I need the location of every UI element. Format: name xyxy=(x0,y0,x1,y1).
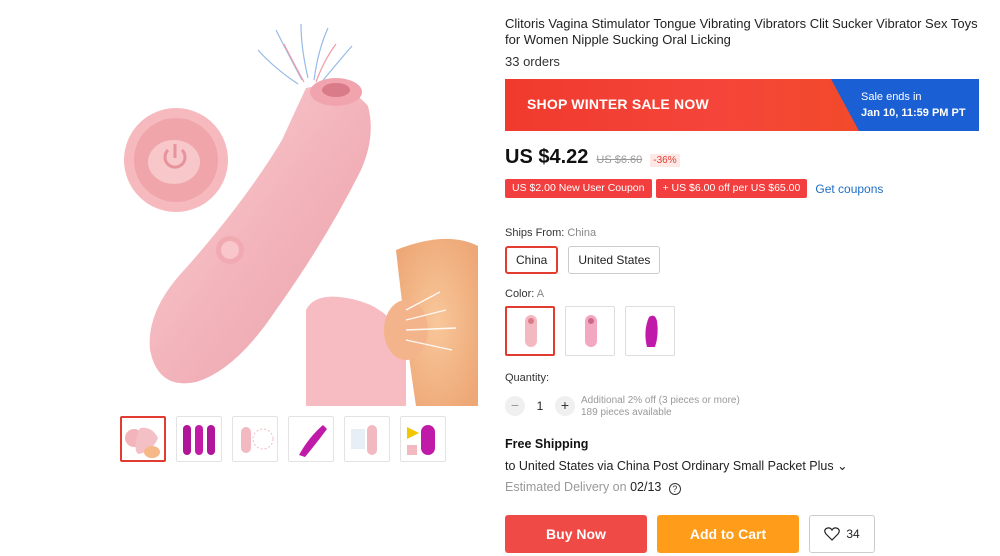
quantity-note: Additional 2% off (3 pieces or more) 189… xyxy=(581,395,740,419)
product-title: Clitoris Vagina Stimulator Tongue Vibrat… xyxy=(505,16,978,47)
thumbnail-strip xyxy=(120,416,446,462)
quantity-label: Quantity: xyxy=(505,372,550,384)
get-coupons-link[interactable]: Get coupons xyxy=(815,182,883,196)
color-title: Color: xyxy=(505,288,535,300)
bulk-discount-note: Additional 2% off (3 pieces or more) xyxy=(581,395,740,406)
ship-option-united-states[interactable]: United States xyxy=(568,246,661,274)
ships-from-title: Ships From: xyxy=(505,227,565,239)
order-count: 33 orders xyxy=(505,54,560,69)
shipping-method-text: to United States via China Post Ordinary… xyxy=(505,459,834,473)
delivery-label: Estimated Delivery on xyxy=(505,480,627,494)
chevron-down-icon[interactable]: ⌄ xyxy=(837,459,847,473)
sale-banner-text: SHOP WINTER SALE NOW xyxy=(527,96,709,112)
sale-banner[interactable]: SHOP WINTER SALE NOW Sale ends in Jan 10… xyxy=(505,79,979,131)
sale-ends-label: Sale ends in xyxy=(861,91,922,103)
purchase-actions: Buy Now Add to Cart 34 xyxy=(505,515,875,553)
ships-from-options: China United States xyxy=(505,246,661,274)
quantity-value[interactable]: 1 xyxy=(533,399,547,413)
thumbnail-2[interactable] xyxy=(176,416,222,462)
delivery-date: 02/13 xyxy=(630,480,662,494)
discount-badge: -36% xyxy=(650,154,680,167)
color-label: Color: A xyxy=(505,288,544,300)
free-shipping-label: Free Shipping xyxy=(505,437,589,451)
color-value: A xyxy=(536,288,545,300)
original-price: US $6.60 xyxy=(596,154,643,166)
ship-option-china[interactable]: China xyxy=(505,246,559,274)
current-price: US $4.22 xyxy=(505,146,589,168)
color-option-b[interactable] xyxy=(565,306,615,356)
quantity-stepper: − 1 + xyxy=(505,396,575,416)
product-gallery xyxy=(96,0,480,470)
sale-ends-date: Jan 10, 11:59 PM PT xyxy=(861,107,966,119)
quantity-increase-button[interactable]: + xyxy=(555,396,575,416)
color-option-a[interactable] xyxy=(505,306,555,356)
buy-now-button[interactable]: Buy Now xyxy=(505,515,647,553)
thumbnail-3[interactable] xyxy=(232,416,278,462)
heart-icon xyxy=(824,527,841,541)
new-user-coupon[interactable]: US $2.00 New User Coupon xyxy=(505,179,652,198)
ships-from-label: Ships From: China xyxy=(505,227,596,239)
color-option-c[interactable] xyxy=(625,306,675,356)
ships-from-value: China xyxy=(567,227,597,239)
sale-countdown: Sale ends in Jan 10, 11:59 PM PT xyxy=(859,79,979,131)
price-row: US $4.22 US $6.60 -36% xyxy=(505,146,680,169)
estimated-delivery: Estimated Delivery on 02/13 ? xyxy=(505,480,681,495)
help-icon[interactable]: ? xyxy=(668,483,681,495)
thumbnail-5[interactable] xyxy=(344,416,390,462)
wishlist-button[interactable]: 34 xyxy=(809,515,875,553)
sale-banner-left: SHOP WINTER SALE NOW xyxy=(505,79,859,131)
stock-available: 189 pieces available xyxy=(581,407,672,418)
thumbnail-4[interactable] xyxy=(288,416,334,462)
add-to-cart-button[interactable]: Add to Cart xyxy=(657,515,799,553)
main-product-image[interactable] xyxy=(106,10,478,406)
thumbnail-6[interactable] xyxy=(400,416,446,462)
thumbnail-1[interactable] xyxy=(120,416,166,462)
coupon-row: US $2.00 New User Coupon + US $6.00 off … xyxy=(505,179,883,198)
store-coupon[interactable]: + US $6.00 off per US $65.00 xyxy=(655,179,808,198)
wishlist-count: 34 xyxy=(846,527,860,541)
banner-notch xyxy=(831,79,859,131)
quantity-decrease-button[interactable]: − xyxy=(505,396,525,416)
shipping-method[interactable]: to United States via China Post Ordinary… xyxy=(505,458,848,473)
color-options xyxy=(505,306,675,356)
